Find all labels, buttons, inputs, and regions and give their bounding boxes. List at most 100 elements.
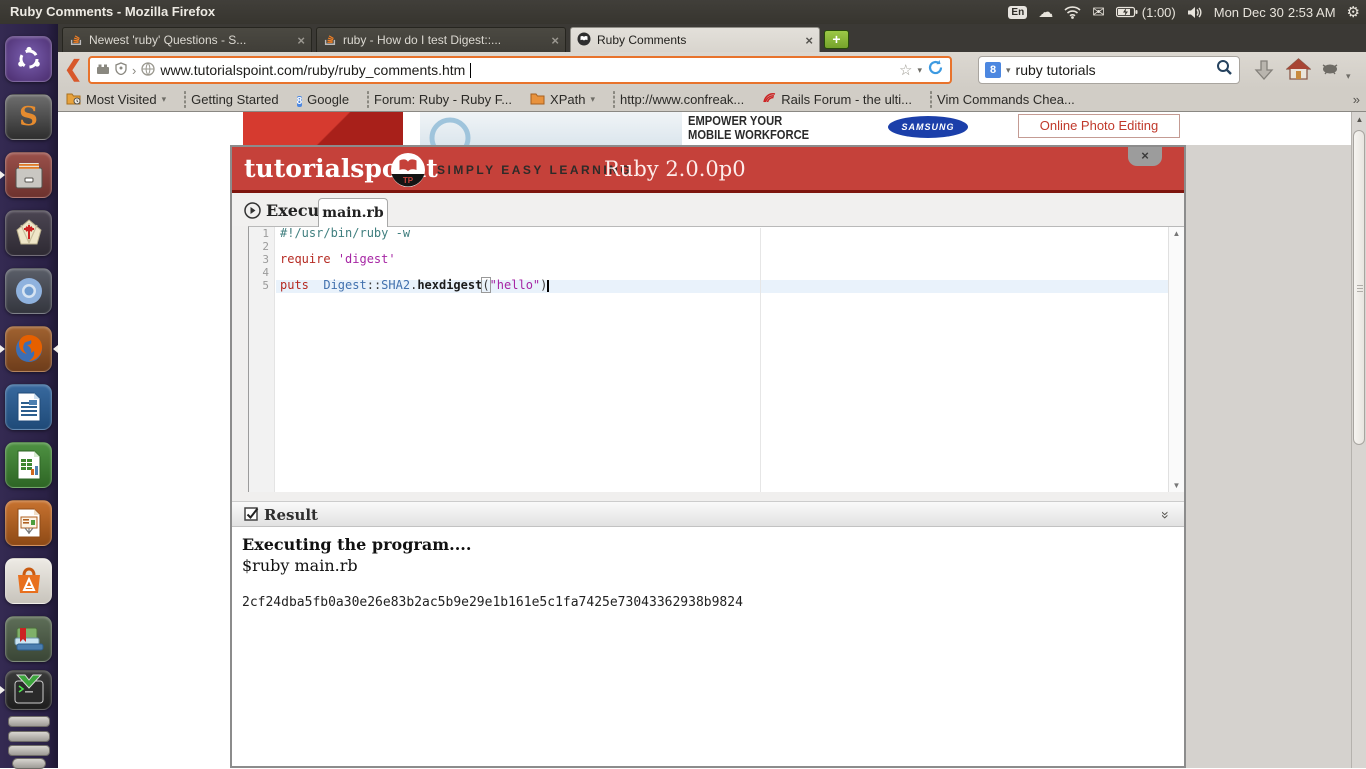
tab-close-icon[interactable]: × [551,33,559,48]
home-button[interactable] [1285,58,1312,86]
shield-icon[interactable] [115,62,127,78]
launcher-item-chromium[interactable] [5,268,52,314]
browser-tab[interactable]: Ruby Comments × [570,27,820,52]
reload-button[interactable] [927,59,944,81]
wifi-icon[interactable] [1064,5,1081,19]
launcher-item-shell-app[interactable] [5,210,52,256]
browser-scrollbar[interactable]: ▲ [1351,112,1366,768]
launcher-item-software-center[interactable] [5,558,52,604]
url-bar[interactable]: › www.tutorialspoint.com/ruby/ruby_comme… [88,56,952,84]
ad-banner-red[interactable] [243,112,403,145]
launcher-item-libreoffice-impress[interactable] [5,500,52,546]
cloud-icon[interactable]: ☁ [1038,5,1053,20]
default-icon [930,91,933,108]
editor-caret [547,279,549,292]
browser-tab[interactable]: Newest 'ruby' Questions - S... × [62,27,312,52]
folder-history-icon [66,92,81,108]
bookmark-item[interactable]: Forum: Ruby - Ruby F... [367,91,512,108]
editor-scroll-up[interactable]: ▲ [1169,229,1184,238]
search-bar[interactable]: 8 ▾ ruby tutorials [978,56,1240,84]
launcher-item-sublime-text[interactable]: S [5,94,52,140]
addons-dropdown-icon[interactable]: ▾ [1346,66,1351,84]
bookmark-item[interactable]: 8 Google [296,92,349,108]
code-line: puts Digest::SHA2.hexdigest("hello") [280,277,549,293]
system-tray: En ☁ ✉ (1:00) Mon Dec 30 2:53 AM ⚙ [1008,0,1360,24]
star-dropdown-icon[interactable]: ▾ [917,65,922,76]
plugin-icon[interactable] [96,63,110,78]
new-tab-button[interactable]: + [824,30,849,49]
ad-banner-image[interactable] [420,112,682,159]
bookmark-item[interactable]: http://www.confreak... [612,91,744,108]
coding-ground-modal: tutorialspoint TP SIMPLY EASY LEARNING R… [230,145,1186,768]
addons-icon[interactable] [1321,62,1339,81]
tab-close-icon[interactable]: × [297,33,305,48]
result-body: Executing the program.... $ruby main.rb … [232,527,1184,766]
engine-dropdown-icon[interactable]: ▾ [1006,65,1011,76]
default-icon [612,91,615,108]
online-photo-editing-link[interactable]: Online Photo Editing [1018,114,1180,138]
keyboard-indicator[interactable]: En [1008,5,1028,19]
session-gear-icon[interactable]: ⚙ [1347,5,1360,20]
launcher-item-help-books[interactable] [5,616,52,662]
bookmark-item[interactable]: Getting Started [184,91,279,108]
search-magnifier-icon[interactable] [1216,59,1233,81]
bookmark-item[interactable]: XPath ▾ [530,92,595,108]
launcher-item-libreoffice-calc[interactable] [5,442,52,488]
launcher-item-firefox[interactable] [5,326,52,372]
battery-indicator[interactable]: (1:00) [1115,4,1176,20]
file-tab-main-rb[interactable]: main.rb [318,198,388,227]
launcher-item-archive-manager[interactable] [5,152,52,198]
bookmark-dropdown-icon: ▾ [161,94,167,104]
folder-icon [530,92,545,108]
browser-tab[interactable]: ruby - How do I test Digest::... × [316,27,566,52]
result-checkbox-icon [244,507,259,521]
result-output-hash: 2cf24dba5fb0a30e26e83b2ac5b9e29e1b161e5c… [242,595,743,610]
launcher-folded-item[interactable] [8,745,50,756]
volume-icon[interactable] [1187,6,1203,19]
line-number: 1 [262,227,269,240]
result-collapse-icon[interactable]: » [1158,511,1174,519]
bookmarks-toolbar: Most Visited ▾ Getting Started 8 Google Forum… [58,88,1366,112]
launcher-folded-item[interactable] [12,758,46,769]
panel-date: Mon Dec 30 [1213,4,1284,20]
launcher-item-vim-terminal[interactable] [5,670,52,710]
running-indicator-arrow [0,686,5,694]
download-button[interactable] [1252,58,1276,87]
window-title: Ruby Comments - Mozilla Firefox [10,4,216,19]
editor-scrollbar[interactable]: ▲ ▼ [1168,227,1184,492]
tab-close-icon[interactable]: × [805,33,813,48]
bookmark-item[interactable]: Vim Commands Chea... [930,91,1075,108]
url-input[interactable]: www.tutorialspoint.com/ruby/ruby_comment… [160,62,465,78]
bookmark-label: Vim Commands Chea... [937,92,1075,107]
focused-indicator-arrow [53,345,58,353]
top-panel: Ruby Comments - Mozilla Firefox En ☁ ✉ (… [0,0,1366,24]
modal-close-button[interactable]: × [1128,147,1162,166]
line-number: 3 [262,253,269,266]
launcher-item-ubuntu-dash[interactable] [5,36,52,82]
scrollbar-thumb[interactable] [1353,130,1365,445]
launcher-item-libreoffice-writer[interactable] [5,384,52,430]
stackoverflow-favicon [69,32,83,49]
bookmark-star-icon[interactable]: ☆ [899,61,912,79]
battery-time: (1:00) [1141,4,1176,20]
bookmark-item[interactable]: Rails Forum - the ulti... [762,92,912,107]
editor-scroll-down[interactable]: ▼ [1169,481,1184,490]
unity-launcher: S [0,24,58,769]
code-editor[interactable]: 12345 #!/usr/bin/ruby -w require 'digest'… [248,226,1184,492]
bookmark-dropdown-icon: ▾ [590,94,595,104]
bookmarks-overflow-chevron[interactable]: » [1353,92,1360,107]
back-button[interactable]: ❮ [64,56,82,82]
launcher-folded-item[interactable] [8,716,50,727]
bookmark-item[interactable]: Most Visited ▾ [66,92,166,108]
scrollbar-up-button[interactable]: ▲ [1352,112,1366,128]
default-icon [184,91,187,108]
clock-indicator[interactable]: Mon Dec 30 2:53 AM [1214,5,1336,20]
bookmark-label: Most Visited [86,92,157,107]
site-globe-icon[interactable] [141,61,155,79]
mail-icon[interactable]: ✉ [1092,5,1105,20]
search-input[interactable]: ruby tutorials [1016,62,1211,78]
code-line: #!/usr/bin/ruby -w [280,226,411,240]
result-header[interactable]: Result » [232,501,1184,527]
google-engine-icon[interactable]: 8 [985,62,1001,78]
launcher-folded-item[interactable] [8,731,50,742]
